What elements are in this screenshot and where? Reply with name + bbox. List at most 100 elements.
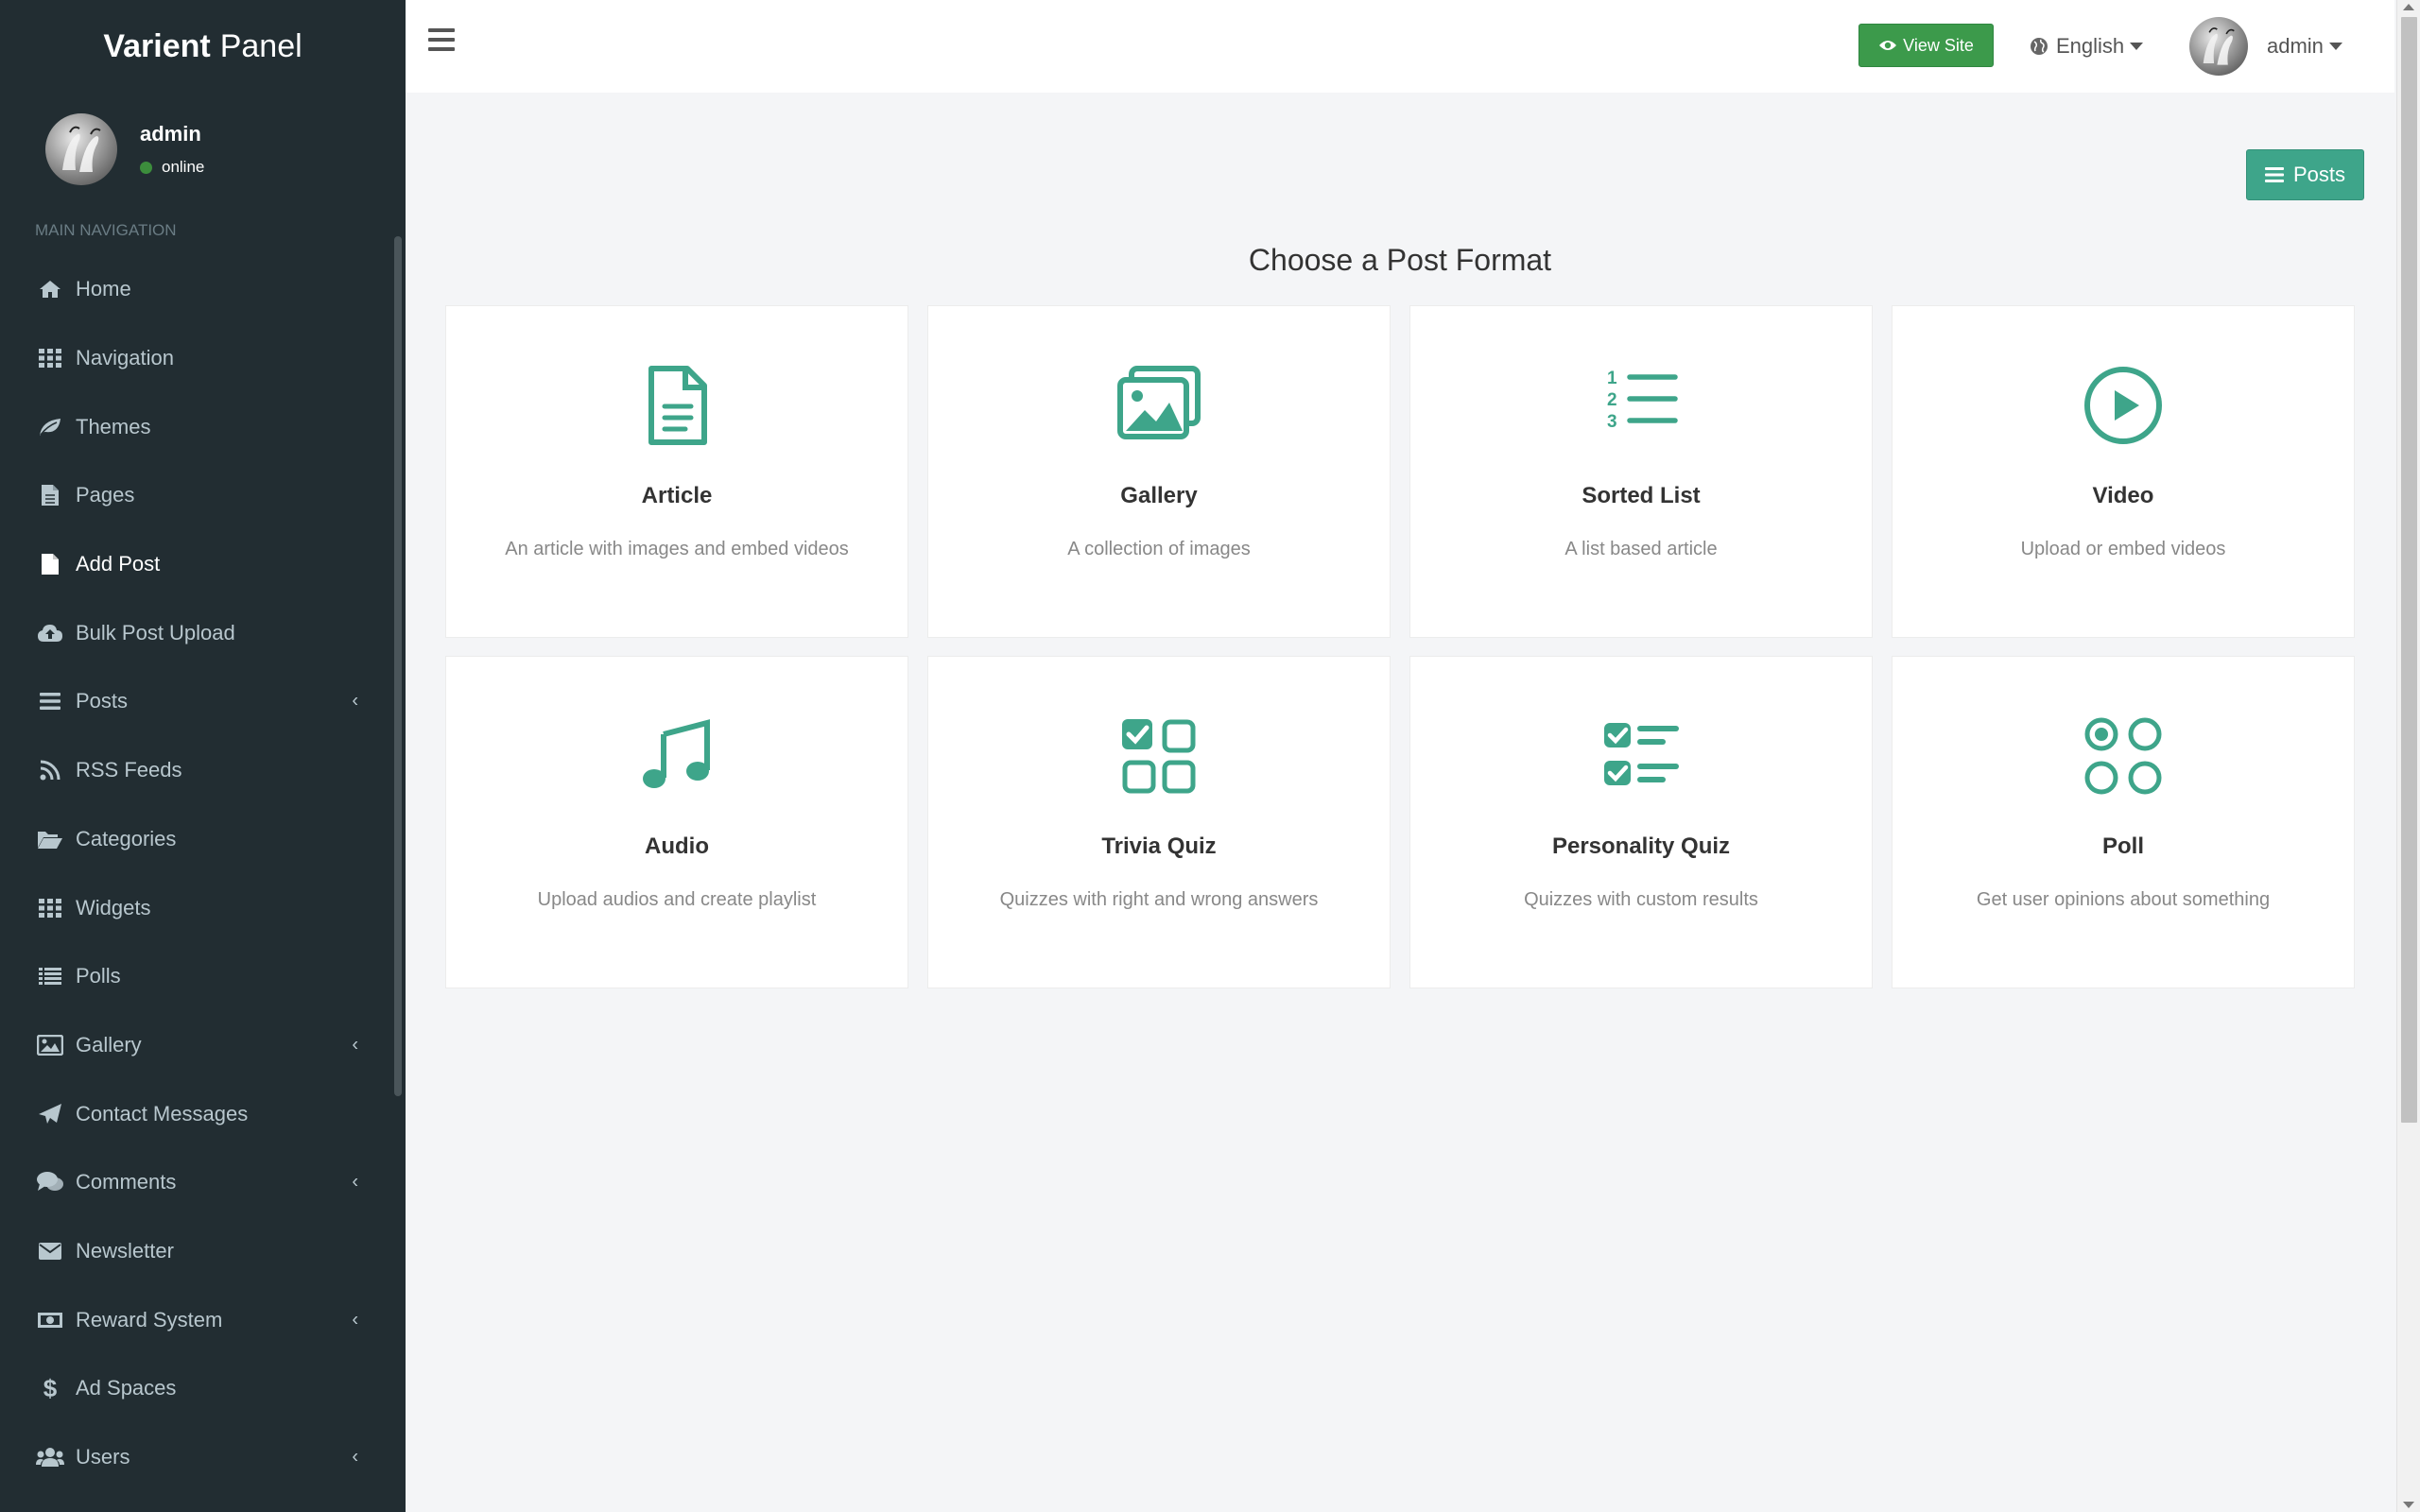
format-title: Video [2092, 483, 2154, 508]
sidebar-item-label: Newsletter [76, 1238, 174, 1263]
sidebar-item-contact-messages[interactable]: Contact Messages [0, 1079, 406, 1148]
svg-text:2: 2 [1607, 390, 1617, 410]
grid-icon [36, 894, 64, 922]
sidebar-item-users[interactable]: Users ‹ [0, 1423, 406, 1492]
view-site-label: View Site [1903, 35, 1974, 55]
sidebar-item-navigation[interactable]: Navigation [0, 324, 406, 393]
music-note-icon [643, 719, 710, 788]
article-icon [648, 366, 707, 445]
format-card-gallery[interactable]: Gallery A collection of images [927, 305, 1391, 638]
sidebar-item-reward-system[interactable]: Reward System ‹ [0, 1285, 406, 1354]
top-bar: View Site English admin [406, 0, 2394, 93]
sidebar-item-gallery[interactable]: Gallery ‹ [0, 1011, 406, 1080]
sidebar-item-label: Categories [76, 826, 177, 850]
sidebar: Varient Panel admin online MAIN NAVIGATI… [0, 0, 406, 1512]
language-dropdown[interactable]: English [2030, 34, 2144, 59]
user-avatar [45, 113, 117, 185]
envelope-icon [36, 1237, 64, 1265]
sidebar-item-pages[interactable]: Pages [0, 461, 406, 530]
scrollbar-thumb[interactable] [2401, 17, 2417, 1123]
format-description: Get user opinions about something [1976, 889, 2271, 910]
posts-button[interactable]: Posts [2246, 149, 2364, 200]
format-title: Audio [645, 833, 709, 859]
sidebar-item-label: Gallery [76, 1032, 142, 1057]
format-card-poll[interactable]: Poll Get user opinions about something [1892, 656, 2355, 988]
home-icon [36, 275, 64, 303]
format-card-trivia-quiz[interactable]: Trivia Quiz Quizzes with right and wrong… [927, 656, 1391, 988]
chevron-left-icon: ‹ [352, 1034, 358, 1056]
file-icon [36, 550, 64, 578]
sidebar-item-widgets[interactable]: Widgets [0, 873, 406, 942]
sidebar-item-label: Users [76, 1445, 130, 1469]
view-site-button[interactable]: View Site [1858, 24, 1994, 67]
format-title: Sorted List [1582, 483, 1701, 508]
brand-light: Panel [219, 27, 302, 64]
format-card-article[interactable]: Article An article with images and embed… [445, 305, 908, 638]
play-circle-icon [2084, 367, 2162, 444]
money-icon [36, 1306, 64, 1334]
nav-header: MAIN NAVIGATION [35, 221, 177, 239]
sidebar-item-label: Reward System [76, 1307, 223, 1332]
svg-text:1: 1 [1607, 369, 1617, 388]
format-description: Quizzes with custom results [1524, 889, 1758, 910]
caret-down-icon [2130, 43, 2144, 50]
format-title: Article [641, 483, 713, 508]
sidebar-scrollbar[interactable] [394, 236, 402, 1096]
format-description: An article with images and embed videos [505, 539, 849, 559]
sidebar-toggle-icon[interactable] [428, 28, 455, 51]
sidebar-item-themes[interactable]: Themes [0, 392, 406, 461]
format-description: Quizzes with right and wrong answers [999, 889, 1319, 910]
sidebar-item-categories[interactable]: Categories [0, 805, 406, 874]
format-card-personality-quiz[interactable]: Personality Quiz Quizzes with custom res… [1409, 656, 1873, 988]
format-card-sorted-list[interactable]: 1 2 3 Sorted List A list based article [1409, 305, 1873, 638]
format-description: Upload or embed videos [2020, 539, 2226, 559]
scroll-up-arrow-icon[interactable] [2403, 4, 2414, 10]
file-icon [36, 481, 64, 509]
eye-icon [1879, 41, 1897, 50]
format-card-audio[interactable]: Audio Upload audios and create playlist [445, 656, 908, 988]
sidebar-item-newsletter[interactable]: Newsletter [0, 1217, 406, 1286]
user-avatar [2189, 17, 2248, 76]
sidebar-item-label: Widgets [76, 895, 151, 919]
online-status-dot [140, 161, 152, 174]
chevron-left-icon: ‹ [352, 690, 358, 712]
format-description: A list based article [1564, 539, 1718, 559]
users-icon [36, 1443, 64, 1471]
format-description: A collection of images [1067, 539, 1251, 559]
brand-logo[interactable]: Varient Panel [0, 0, 406, 93]
sidebar-item-label: Contact Messages [76, 1101, 249, 1125]
sidebar-item-ad-spaces[interactable]: $ Ad Spaces [0, 1354, 406, 1423]
chevron-left-icon: ‹ [352, 1171, 358, 1193]
cloud-upload-icon [36, 619, 64, 647]
page-scrollbar[interactable] [2396, 0, 2420, 1512]
list-icon [36, 962, 64, 990]
sidebar-item-home[interactable]: Home [0, 255, 406, 324]
user-menu[interactable]: admin [2189, 17, 2342, 76]
rss-icon [36, 756, 64, 784]
brand-bold: Varient [103, 27, 211, 64]
personality-quiz-icon [1604, 723, 1679, 785]
sidebar-item-comments[interactable]: Comments ‹ [0, 1148, 406, 1217]
sidebar-item-label: Themes [76, 414, 151, 438]
format-card-video[interactable]: Video Upload or embed videos [1892, 305, 2355, 638]
chevron-left-icon: ‹ [352, 1446, 358, 1468]
sidebar-item-label: Polls [76, 964, 121, 988]
sorted-list-icon: 1 2 3 [1607, 369, 1678, 431]
paper-plane-icon [36, 1100, 64, 1128]
sidebar-item-label: Ad Spaces [76, 1376, 177, 1400]
caret-down-icon [2328, 43, 2342, 50]
dollar-icon: $ [43, 1373, 58, 1402]
leaf-icon [36, 413, 64, 441]
sidebar-item-polls[interactable]: Polls [0, 942, 406, 1011]
user-status-label: online [162, 158, 205, 176]
bars-icon [36, 687, 64, 715]
globe-icon [2031, 38, 2048, 55]
sidebar-item-label: Pages [76, 483, 135, 507]
sidebar-item-posts[interactable]: Posts ‹ [0, 667, 406, 736]
scroll-down-arrow-icon[interactable] [2403, 1502, 2414, 1508]
grid-icon [36, 344, 64, 372]
sidebar-item-add-post[interactable]: Add Post [0, 530, 406, 599]
sidebar-item-label: Navigation [76, 346, 174, 370]
sidebar-item-rss-feeds[interactable]: RSS Feeds [0, 736, 406, 805]
sidebar-item-bulk-post-upload[interactable]: Bulk Post Upload [0, 598, 406, 667]
